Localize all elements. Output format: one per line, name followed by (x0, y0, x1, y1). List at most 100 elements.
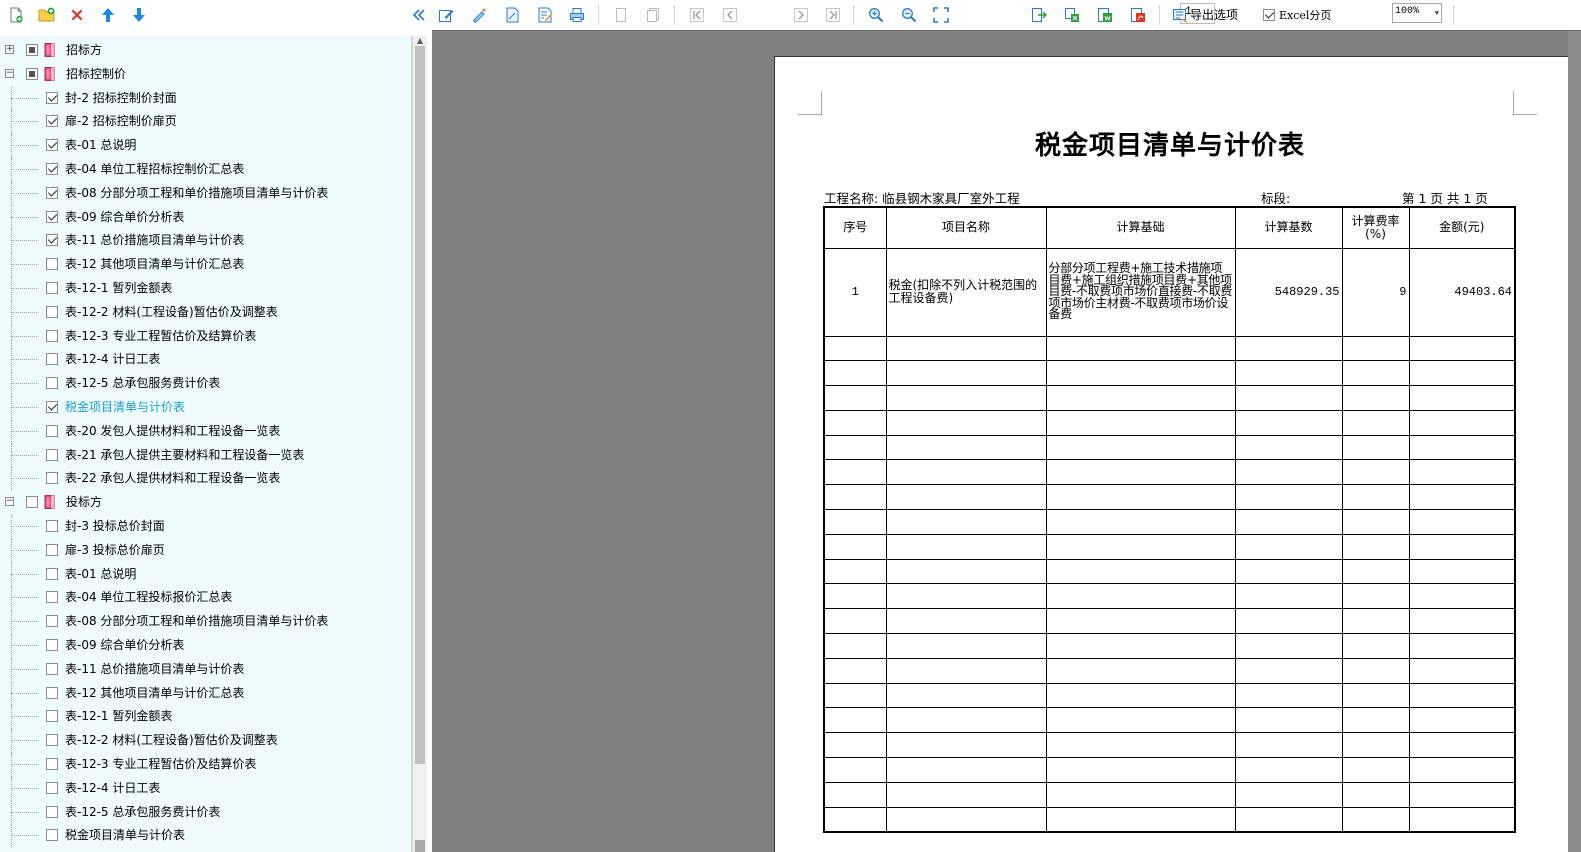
expand-toggle-icon[interactable]: + (5, 45, 14, 54)
tree-node-label[interactable]: 表-22 承包人提供材料和工程设备一览表 (65, 470, 280, 486)
print-icon[interactable] (566, 4, 588, 26)
tree-node-label[interactable]: 表-12-3 专业工程暂估价及结算价表 (65, 328, 256, 344)
new-report-icon[interactable] (5, 4, 27, 26)
tree-item[interactable]: 表-12-2 材料(工程设备)暂估价及调整表 (0, 300, 411, 325)
last-page-icon[interactable] (822, 4, 844, 26)
tree-item[interactable]: 表-08 分部分项工程和单价措施项目清单与计价表 (0, 181, 411, 206)
tree-checkbox[interactable] (46, 163, 58, 175)
tree-item[interactable]: 表-22 承包人提供材料和工程设备一览表 (0, 467, 411, 492)
tree-item[interactable]: 表-01 总说明 (0, 134, 411, 158)
move-up-icon[interactable] (97, 4, 119, 26)
tree-item[interactable]: 扉-2 招标控制价扉页 (0, 110, 411, 135)
tree-checkbox[interactable] (46, 472, 58, 485)
tree-checkbox[interactable] (46, 115, 58, 128)
tree-checkbox[interactable] (46, 734, 58, 747)
excel-paging-label[interactable]: Excel分页 (1279, 7, 1331, 23)
tree-node-label[interactable]: 表-12-3 专业工程暂估价及结算价表 (65, 756, 256, 772)
tree-node-label[interactable]: 招标方 (66, 42, 102, 58)
tree-checkbox[interactable] (46, 186, 58, 199)
tree-item[interactable]: 表-12-4 计日工表 (0, 348, 411, 373)
tree-item[interactable]: 表-04 单位工程投标报价汇总表 (0, 586, 411, 611)
tree-item[interactable]: 表-01 总说明 (0, 562, 411, 587)
tree-node-label[interactable]: 扉-2 招标控制价扉页 (65, 113, 177, 129)
tree-node-label[interactable]: 表-09 综合单价分析表 (65, 209, 184, 225)
tree-checkbox[interactable] (46, 329, 58, 342)
tree-checkbox[interactable] (46, 543, 58, 556)
prev-page-icon[interactable] (719, 4, 741, 26)
tree-item[interactable]: 表-12 其他项目清单与计价汇总表 (0, 253, 411, 277)
tree-item[interactable]: 表-11 总价措施项目清单与计价表 (0, 657, 411, 682)
tree-item[interactable]: 封-3 投标总价封面 (0, 515, 411, 539)
tree-node-label[interactable]: 表-20 发包人提供材料和工程设备一览表 (65, 423, 280, 439)
tree-checkbox[interactable] (46, 829, 58, 842)
tree-checkbox[interactable] (46, 710, 58, 723)
move-down-icon[interactable] (128, 4, 150, 26)
edit-document-icon[interactable] (534, 4, 556, 26)
tree-node-label[interactable]: 表-04 单位工程招标控制价汇总表 (65, 161, 244, 177)
tree-item[interactable]: 表-12-5 总承包服务费计价表 (0, 372, 411, 396)
export-word-icon[interactable] (1094, 4, 1116, 26)
tree-checkbox[interactable] (46, 282, 58, 294)
tree-node-label[interactable]: 表-01 总说明 (65, 137, 136, 153)
tree-node-label[interactable]: 表-12-5 总承包服务费计价表 (65, 375, 220, 391)
tree-item[interactable]: 表-12-5 总承包服务费计价表 (0, 800, 411, 825)
tree-checkbox[interactable] (46, 615, 58, 628)
design-brush-icon[interactable] (468, 4, 490, 26)
tree-checkbox[interactable] (46, 91, 58, 104)
collapse-toggle-icon[interactable]: − (5, 68, 14, 78)
tree-item[interactable]: 表-12 其他项目清单与计价汇总表 (0, 681, 411, 706)
tree-item[interactable]: 表-12-1 暂列金额表 (0, 705, 411, 730)
tree-node-label[interactable]: 投标方 (66, 494, 102, 510)
tree-node-label[interactable]: 表-12-2 材料(工程设备)暂估价及调整表 (65, 304, 278, 320)
tree-checkbox[interactable] (46, 448, 58, 461)
viewer-scrollbar[interactable] (1568, 31, 1581, 852)
export-options-icon[interactable] (1169, 4, 1191, 26)
zoom-select[interactable]: 100% ▼ (1392, 3, 1442, 23)
next-page-icon[interactable] (790, 4, 812, 26)
tree-item[interactable]: 表-12-1 暂列金额表 (0, 277, 411, 301)
tree-checkbox[interactable] (46, 662, 58, 675)
tree-node-label[interactable]: 表-04 单位工程投标报价汇总表 (65, 589, 232, 605)
tree-node-label[interactable]: 封-2 招标控制价封面 (65, 90, 177, 106)
fit-page-icon[interactable] (930, 4, 952, 26)
export-options-label[interactable]: 导出选项 (1190, 6, 1238, 23)
tree-node-label[interactable]: 税金项目清单与计价表 (65, 399, 185, 415)
tree-item[interactable]: 扉-3 投标总价扉页 (0, 538, 411, 563)
tree-item[interactable]: 表-09 综合单价分析表 (0, 205, 411, 230)
tree-checkbox[interactable] (26, 496, 38, 509)
export-excel-icon[interactable] (1061, 4, 1083, 26)
tree-checkbox[interactable] (46, 639, 58, 651)
tree-item[interactable]: 表-21 承包人提供主要材料和工程设备一览表 (0, 443, 411, 468)
tree-node-label[interactable]: 招标控制价 (66, 66, 126, 82)
tree-item[interactable]: 税金项目清单与计价表 (0, 396, 411, 420)
tree-node-label[interactable]: 表-12-5 总承包服务费计价表 (65, 804, 220, 820)
export-pdf-icon[interactable] (1127, 4, 1149, 26)
excel-paging-checkbox[interactable] (1263, 9, 1275, 21)
tree-checkbox[interactable] (46, 210, 58, 223)
tree-item[interactable]: 表-12-3 专业工程暂估价及结算价表 (0, 324, 411, 349)
tree-group-node[interactable]: − 投标方 (0, 491, 411, 513)
tree-node-label[interactable]: 封-3 投标总价封面 (65, 518, 165, 534)
tree-checkbox[interactable] (46, 353, 58, 366)
collapse-toggle-icon[interactable]: − (5, 497, 14, 507)
tree-checkbox[interactable] (46, 258, 58, 271)
tree-item[interactable]: 表-04 单位工程招标控制价汇总表 (0, 158, 411, 182)
single-page-icon[interactable] (610, 4, 632, 26)
delete-icon[interactable] (66, 4, 88, 26)
collapse-panel-icon[interactable] (408, 4, 430, 26)
tree-item[interactable]: 表-08 分部分项工程和单价措施项目清单与计价表 (0, 610, 411, 634)
scroll-down-arrow-icon[interactable] (415, 840, 425, 852)
tree-node-label[interactable]: 表-12-1 暂列金额表 (65, 280, 172, 296)
zoom-out-icon[interactable] (898, 4, 920, 26)
tree-node-label[interactable]: 表-12 其他项目清单与计价汇总表 (65, 256, 244, 272)
tree-node-label[interactable]: 表-12-4 计日工表 (65, 780, 160, 796)
tree-node-label[interactable]: 表-12-2 材料(工程设备)暂估价及调整表 (65, 732, 278, 748)
tree-checkbox[interactable] (46, 520, 58, 532)
tree-checkbox[interactable] (46, 567, 58, 580)
tree-node-label[interactable]: 扉-3 投标总价扉页 (65, 542, 165, 558)
tree-node-label[interactable]: 表-11 总价措施项目清单与计价表 (65, 661, 244, 677)
tree-checkbox[interactable] (46, 591, 58, 604)
tree-item[interactable]: 表-09 综合单价分析表 (0, 634, 411, 658)
tree-checkbox[interactable] (46, 234, 58, 247)
tree-checkbox[interactable] (46, 781, 58, 794)
